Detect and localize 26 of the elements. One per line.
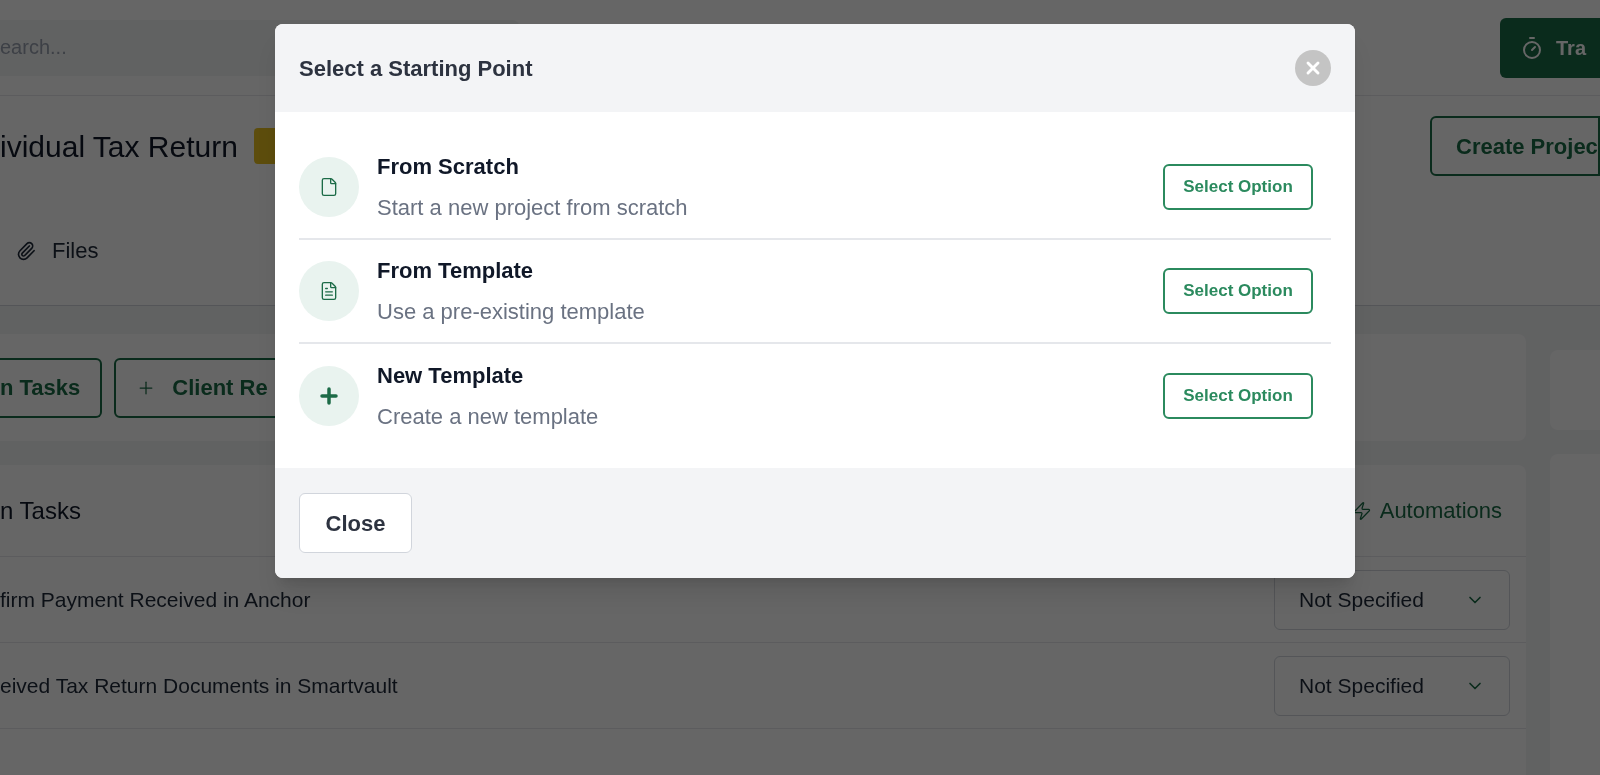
select-option-button[interactable]: Select Option	[1163, 268, 1313, 314]
automations-link[interactable]: Automations	[1351, 494, 1502, 527]
select-option-button[interactable]: Select Option	[1163, 164, 1313, 210]
paperclip-icon	[16, 240, 36, 261]
option-title: From Scratch	[377, 153, 520, 181]
plus-icon	[317, 384, 341, 408]
select-option-button[interactable]: Select Option	[1163, 373, 1313, 419]
file-icon	[319, 177, 339, 197]
task-name: eived Tax Return Documents in Smartvault	[0, 672, 398, 699]
option-description: Create a new template	[377, 403, 600, 431]
option-description: Start a new project from scratch	[377, 194, 689, 222]
task-name: firm Payment Received in Anchor	[0, 586, 311, 613]
panel-title: n Tasks	[0, 495, 81, 526]
option-title: New Template	[377, 362, 525, 390]
page-title: ividual Tax Return	[0, 128, 238, 165]
close-button[interactable]: Close	[299, 493, 412, 553]
close-icon-button[interactable]	[1295, 50, 1331, 86]
option-title: From Template	[377, 257, 535, 285]
files-tab[interactable]: Files	[16, 234, 99, 267]
document-icon	[319, 281, 339, 301]
create-project-button[interactable]: Create Projec	[1430, 116, 1600, 176]
action-button[interactable]: n Tasks	[0, 357, 103, 418]
status-dropdown[interactable]: Not Specified	[1274, 655, 1510, 716]
track-button[interactable]: Tra	[1500, 17, 1600, 78]
option-description: Use a pre-existing template	[377, 298, 646, 326]
timer-icon	[1520, 35, 1544, 60]
